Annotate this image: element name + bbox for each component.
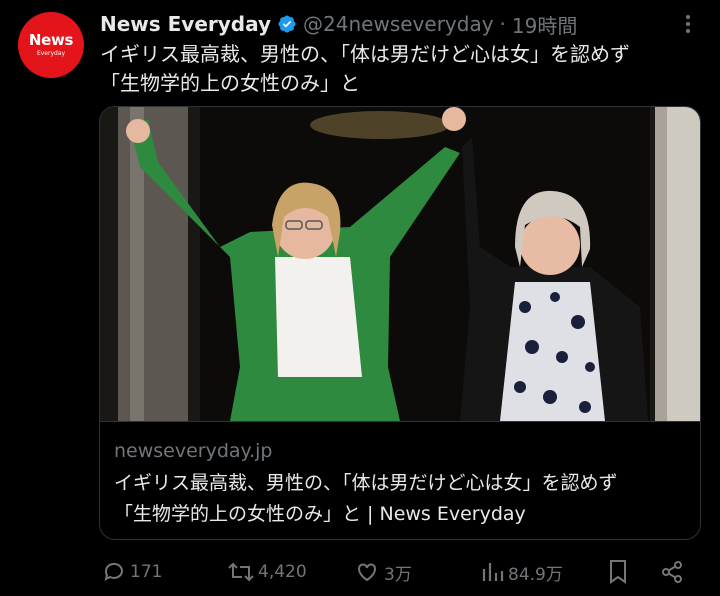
reply-icon [104, 562, 123, 581]
link-card[interactable]: newseveryday.jp イギリス最高裁、男性の、「体は男だけど心は女」を… [99, 106, 701, 540]
card-domain: newseveryday.jp [114, 440, 273, 462]
card-photo[interactable] [100, 107, 700, 421]
tweet-text-line: イギリス最高裁、男性の、「体は男だけど心は女」を認めず [100, 42, 630, 66]
handle[interactable]: @24newseveryday [303, 12, 494, 36]
verified-badge-icon [277, 14, 297, 34]
reply-count: 171 [130, 562, 163, 582]
card-info[interactable]: newseveryday.jp イギリス最高裁、男性の、「体は男だけど心は女」を… [100, 421, 700, 539]
bookmark-icon [610, 560, 626, 584]
views-count: 84.9万 [508, 564, 563, 585]
repost-count: 4,420 [258, 562, 307, 582]
separator-dot: · [499, 12, 506, 36]
like-button[interactable]: 3万 [354, 556, 412, 588]
tweet-text: イギリス最高裁、男性の、「体は男だけど心は女」を認めず 「生物学的上の女性のみ」… [100, 40, 700, 98]
avatar-logo-subtext: Everyday [36, 49, 66, 57]
repost-button[interactable]: 4,420 [228, 556, 307, 588]
display-name[interactable]: News Everyday [100, 12, 271, 36]
more-icon[interactable] [678, 12, 698, 36]
bookmark-button[interactable] [606, 556, 634, 588]
heart-icon [358, 563, 376, 582]
like-count: 3万 [384, 564, 412, 585]
tweet-header: News Everyday @24newseveryday · 19時間 [100, 10, 700, 38]
share-button[interactable] [660, 556, 688, 588]
card-title-line: イギリス最高裁、男性の、「体は男だけど心は女」を認めず [114, 472, 618, 494]
views-icon [482, 563, 504, 581]
avatar-logo-text: News [28, 30, 74, 49]
tweet-text-line: 「生物学的上の女性のみ」と [100, 71, 360, 95]
repost-icon [228, 562, 254, 582]
card-title-line: 「生物学的上の女性のみ」と | News Everyday [114, 503, 526, 525]
card-title: イギリス最高裁、男性の、「体は男だけど心は女」を認めず 「生物学的上の女性のみ」… [114, 468, 618, 530]
share-icon [662, 561, 682, 583]
avatar[interactable]: News Everyday [18, 12, 84, 78]
views-button[interactable]: 84.9万 [480, 556, 563, 588]
timestamp[interactable]: 19時間 [512, 10, 577, 39]
reply-button[interactable]: 171 [102, 556, 162, 588]
action-bar: 171 4,420 3万 84.9万 [100, 556, 700, 588]
